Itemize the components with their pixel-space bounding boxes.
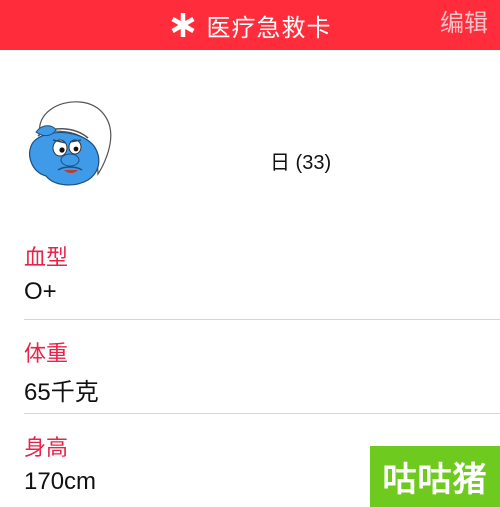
header-bar: 医疗急救卡 编辑 (0, 0, 500, 50)
edit-button[interactable]: 编辑 (440, 0, 488, 40)
field-label-weight: 体重 (24, 341, 69, 366)
header-title-group: 医疗急救卡 (0, 0, 500, 50)
field-value-height: 170cm (24, 468, 97, 495)
field-weight: 体重 65千克 (0, 320, 500, 414)
medical-asterisk-icon (170, 13, 195, 37)
watermark-logo: 咕咕猪 (370, 446, 500, 507)
smurf-avatar[interactable] (18, 96, 118, 190)
field-value-weight: 65千克 (24, 379, 99, 406)
field-label-blood-type: 血型 (24, 245, 69, 270)
field-blood-type: 血型 O+ (0, 230, 500, 320)
dob-age-text: 日 (33) (270, 152, 332, 174)
field-value-blood-type: O+ (24, 278, 57, 305)
page-title: 医疗急救卡 (206, 14, 332, 42)
field-label-height: 身高 (24, 435, 69, 460)
